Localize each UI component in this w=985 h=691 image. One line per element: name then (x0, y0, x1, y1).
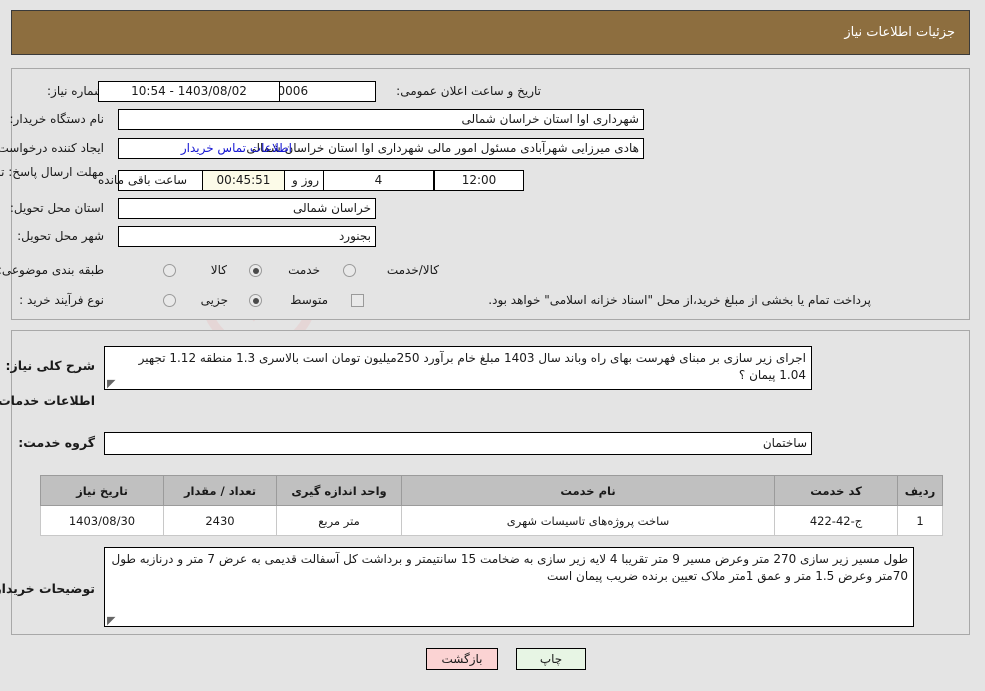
process-label-jozei: جزیی (201, 293, 229, 307)
description-label: شرح کلی نیاز: (6, 358, 96, 373)
resize-grip-icon[interactable]: ◥ (108, 377, 116, 389)
need-number-label: شماره نیاز: (48, 84, 105, 98)
process-label: نوع فرآیند خرید : (20, 293, 105, 307)
process-radio-motavaset[interactable] (250, 294, 263, 307)
description-text: اجرای زیر سازی بر مبنای فهرست بهای راه و… (139, 351, 807, 382)
buyer-notes-textarea[interactable]: طول مسیر زیر سازی 270 متر وعرض مسیر 9 مت… (105, 547, 915, 627)
cell-unit: متر مربع (277, 505, 403, 536)
deadline-hour-value: 12:00 (435, 170, 525, 191)
category-label-khedmat: خدمت (289, 263, 321, 277)
buyer-notes-text: طول مسیر زیر سازی 270 متر وعرض مسیر 9 مت… (112, 552, 909, 583)
buyer-contact-link[interactable]: اطلاعات تماس خریدار (182, 141, 293, 155)
page-title: جزئیات اطلاعات نیاز (845, 25, 956, 40)
treasury-checkbox[interactable] (352, 294, 365, 307)
remaining-time-value: 00:45:51 (203, 170, 286, 191)
category-label-kala: کالا (211, 263, 228, 277)
province-value: خراسان شمالی (119, 198, 377, 219)
table-row[interactable]: 1 ج-42-422 ساخت پروژه‌های تاسیسات شهری م… (41, 505, 944, 536)
remaining-time-label: ساعت باقی مانده (99, 173, 189, 187)
service-group-label: گروه خدمت: (19, 435, 96, 450)
cell-quantity: 2430 (164, 505, 278, 536)
back-button[interactable]: بازگشت (427, 648, 499, 670)
need-info-panel (12, 68, 971, 320)
treasury-checkbox-label: پرداخت تمام یا بخشی از مبلغ خرید،از محل … (489, 293, 872, 307)
col-quantity: تعداد / مقدار (164, 475, 278, 506)
category-label: طبقه بندی موضوعی: (0, 263, 105, 277)
col-need-date: تاریخ نیاز (41, 475, 165, 506)
category-radio-kala[interactable] (164, 264, 177, 277)
resize-grip-icon-notes[interactable]: ◥ (108, 614, 116, 626)
buyer-notes-label: توضیحات خریدار: (0, 581, 96, 596)
print-button[interactable]: چاپ (517, 648, 587, 670)
announce-datetime-label: تاریخ و ساعت اعلان عمومی: (397, 84, 542, 98)
description-textarea[interactable]: اجرای زیر سازی بر مبنای فهرست بهای راه و… (105, 346, 813, 390)
province-label: استان محل تحویل: (10, 201, 105, 215)
services-table: ردیف کد خدمت نام خدمت واحد اندازه گیری ت… (41, 475, 944, 536)
service-group-value: ساختمان (105, 432, 813, 455)
process-radio-jozei[interactable] (164, 294, 177, 307)
col-service-code: کد خدمت (775, 475, 899, 506)
remaining-days-label: روز و (293, 173, 320, 187)
services-heading: اطلاعات خدمات مورد نیاز (0, 393, 96, 408)
cell-row-no: 1 (898, 505, 944, 536)
cell-service-name: ساخت پروژه‌های تاسیسات شهری (402, 505, 776, 536)
col-row-no: ردیف (898, 475, 944, 506)
buyer-org-label: نام دستگاه خریدار: (10, 112, 106, 126)
category-radio-khedmat[interactable] (250, 264, 263, 277)
category-radio-kala-khedmat[interactable] (344, 264, 357, 277)
city-value: بجنورد (119, 226, 377, 247)
category-label-kala-khedmat: کالا/خدمت (387, 263, 440, 277)
process-label-motavaset: متوسط (291, 293, 329, 307)
buyer-org-value: شهرداری اوا استان خراسان شمالی (119, 109, 645, 130)
remaining-days-value: 4 (324, 170, 435, 191)
cell-service-code: ج-42-422 (775, 505, 899, 536)
services-table-wrapper: ردیف کد خدمت نام خدمت واحد اندازه گیری ت… (41, 475, 944, 536)
deadline-label: مهلت ارسال پاسخ: تا تاریخ: (0, 165, 105, 179)
page-header: جزئیات اطلاعات نیاز (12, 10, 971, 55)
col-unit: واحد اندازه گیری (277, 475, 403, 506)
requester-label: ایجاد کننده درخواست: (0, 141, 105, 155)
cell-need-date: 1403/08/30 (41, 505, 165, 536)
col-service-name: نام خدمت (402, 475, 776, 506)
announce-datetime-value: 1403/08/02 - 10:54 (99, 81, 281, 102)
city-label: شهر محل تحویل: (18, 229, 105, 243)
table-header-row: ردیف کد خدمت نام خدمت واحد اندازه گیری ت… (41, 475, 944, 506)
